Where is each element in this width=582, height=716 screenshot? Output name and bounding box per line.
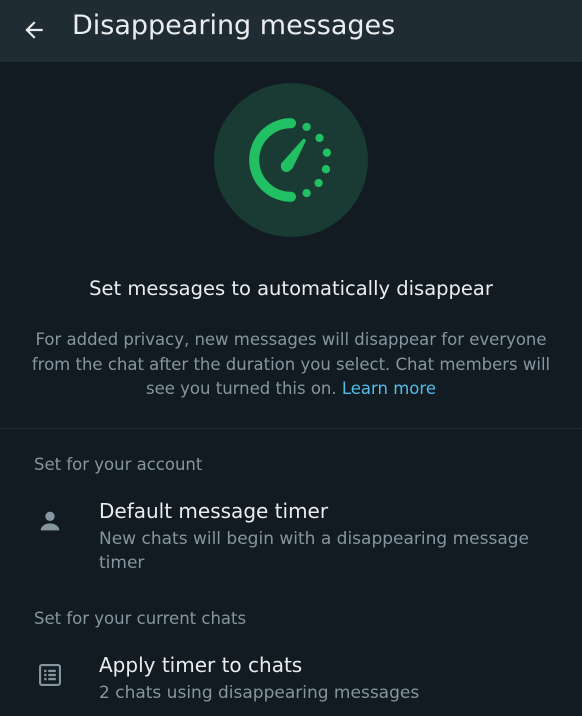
section-divider: [0, 428, 582, 429]
disappearing-messages-screen: Disappearing messages Set messages to au…: [0, 0, 582, 716]
default-message-timer-subtitle: New chats will begin with a disappearing…: [99, 529, 529, 573]
section-header-current-chats: Set for your current chats: [34, 609, 247, 628]
apply-timer-title: Apply timer to chats: [99, 653, 303, 677]
app-bar: Disappearing messages: [0, 0, 582, 62]
description-text: For added privacy, new messages will dis…: [31, 330, 551, 398]
apply-timer-to-chats-item[interactable]: Apply timer to chats 2 chats using disap…: [0, 651, 582, 716]
learn-more-link[interactable]: Learn more: [342, 379, 436, 398]
row-icon-wrap: [34, 505, 66, 537]
chat-list-icon: [39, 664, 61, 686]
page-title: Disappearing messages: [72, 10, 396, 41]
intro-description: For added privacy, new messages will dis…: [28, 328, 554, 402]
section-header-account: Set for your account: [34, 455, 203, 474]
row-icon-wrap: [34, 659, 66, 691]
back-button[interactable]: [12, 8, 56, 52]
hero-illustration: [214, 83, 368, 237]
arrow-left-icon: [25, 21, 43, 39]
apply-timer-subtitle: 2 chats using disappearing messages: [99, 683, 420, 703]
default-message-timer-title: Default message timer: [99, 499, 329, 523]
person-icon: [40, 511, 60, 531]
intro-headline: Set messages to automatically disappear: [89, 277, 493, 300]
disappearing-timer-icon: [249, 118, 332, 202]
default-message-timer-item[interactable]: Default message timer New chats will beg…: [0, 497, 582, 581]
